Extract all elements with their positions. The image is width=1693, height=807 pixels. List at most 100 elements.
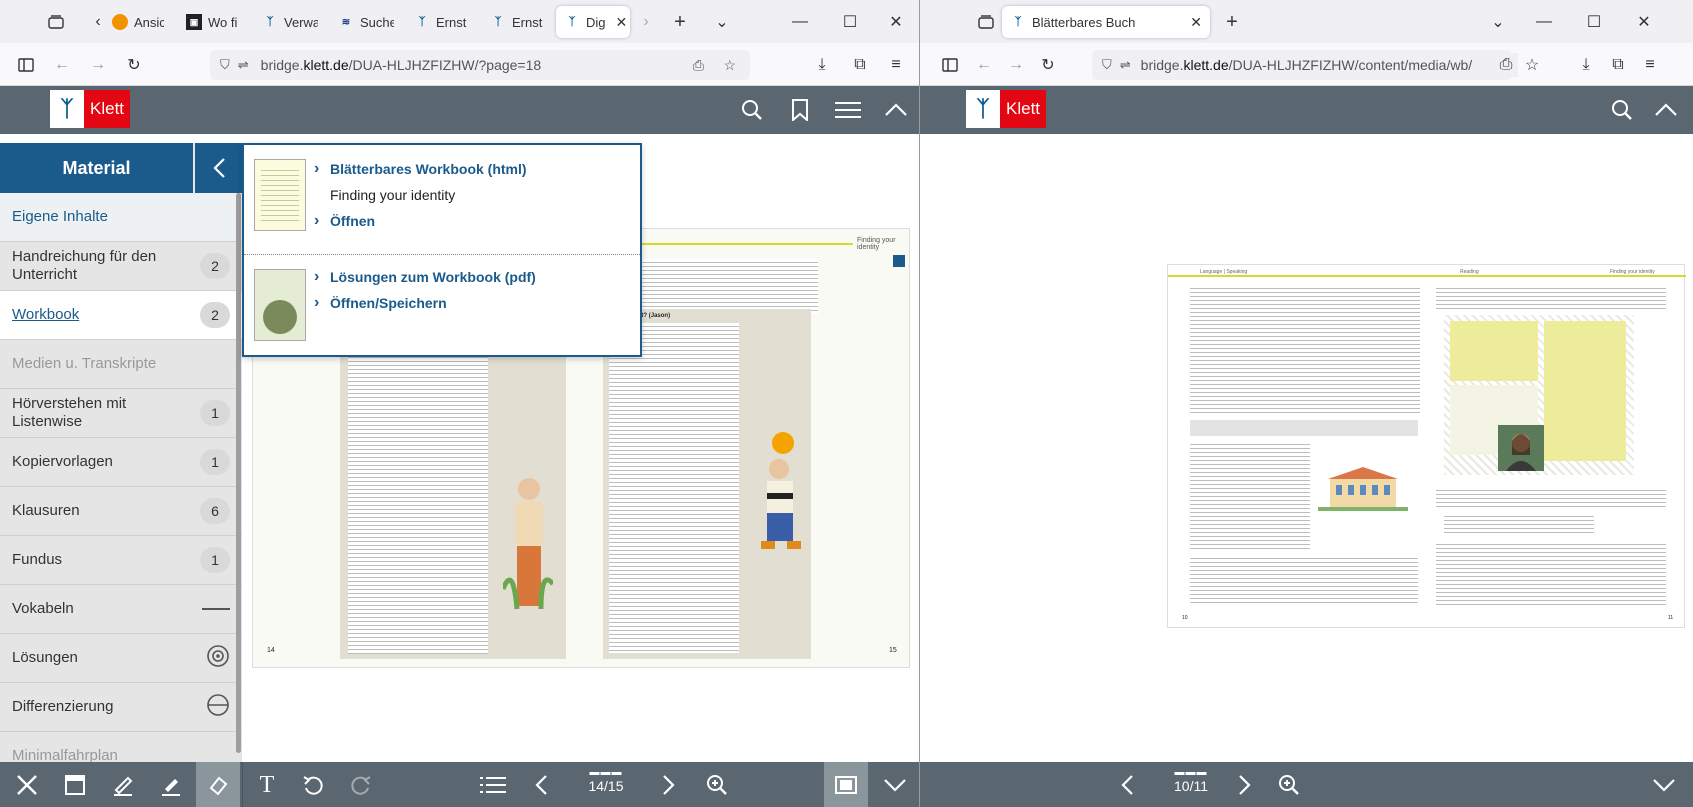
hamburger-menu-icon[interactable] xyxy=(832,94,864,126)
extensions-icon[interactable]: ⧉ xyxy=(848,53,872,77)
close-icon[interactable] xyxy=(10,768,44,802)
tab-2[interactable]: ▣ Wo fir xyxy=(186,6,238,38)
undo-icon[interactable] xyxy=(296,768,330,802)
sidebar-toggle-icon[interactable] xyxy=(938,53,962,77)
open-save-link[interactable]: Öffnen/Speichern xyxy=(314,294,447,312)
text-tool-icon[interactable]: T xyxy=(250,768,284,802)
count-badge: 1 xyxy=(200,449,230,475)
sidebar-item-label: Klausuren xyxy=(12,502,80,519)
sidebar-item-vokabeln[interactable]: Vokabeln xyxy=(0,585,242,634)
bookmark-star-icon[interactable]: ☆ xyxy=(723,57,736,74)
tab-groups-icon[interactable] xyxy=(44,11,68,33)
chevron-down-icon[interactable] xyxy=(1647,768,1681,802)
save-page-icon[interactable]: ⎙ xyxy=(1494,53,1518,77)
downloads-icon[interactable]: ⤓ xyxy=(1574,53,1598,77)
workbook-thumbnail[interactable] xyxy=(254,159,306,231)
pages-grid-icon: ▬▬▬ xyxy=(589,767,623,778)
collapse-up-icon[interactable] xyxy=(880,94,912,126)
extensions-icon[interactable]: ⧉ xyxy=(1606,53,1630,77)
tab-4[interactable]: ≋ Suche xyxy=(338,6,394,38)
page-indicator[interactable]: ▬▬▬ 10/11 xyxy=(1161,768,1221,795)
next-page-icon[interactable] xyxy=(652,768,686,802)
sidebar-item-klausuren[interactable]: Klausuren 6 xyxy=(0,487,242,536)
sidebar-item-hoerverstehen[interactable]: Hörverstehen mit Listenwise 1 xyxy=(0,389,242,438)
sidebar-item-handreichung[interactable]: Handreichung für den Unterricht 2 xyxy=(0,242,242,291)
text-block xyxy=(1190,285,1420,415)
chevron-down-icon[interactable]: ⌄ xyxy=(1486,11,1510,33)
tab-active[interactable]: ᛉ Dig ✕ xyxy=(556,6,630,38)
menu-icon[interactable]: ≡ xyxy=(884,53,908,77)
zoom-in-icon[interactable] xyxy=(700,768,734,802)
tab-3[interactable]: ᛉ Verwa xyxy=(262,6,318,38)
chevron-down-icon[interactable] xyxy=(878,768,912,802)
tab-1[interactable]: Ansich xyxy=(112,6,164,38)
table-of-contents-icon[interactable] xyxy=(476,768,510,802)
close-window-icon[interactable]: ✕ xyxy=(1632,11,1656,33)
page-view-icon[interactable] xyxy=(58,768,92,802)
minimize-icon[interactable]: — xyxy=(1532,11,1556,33)
sidebar-item-workbook[interactable]: Workbook 2 xyxy=(0,291,242,340)
eraser-icon[interactable] xyxy=(196,762,240,807)
collapse-sidebar-button[interactable] xyxy=(195,143,242,193)
sidebar-item-differenzierung[interactable]: Differenzierung xyxy=(0,683,242,732)
bookmark-star-icon[interactable]: ☆ xyxy=(1520,53,1544,77)
solutions-pdf-link[interactable]: Lösungen zum Workbook (pdf) xyxy=(314,268,536,286)
downloads-icon[interactable]: ⤓ xyxy=(810,53,834,77)
sidebar-scrollbar[interactable] xyxy=(236,193,241,753)
sidebar-item-minimalfahrplan[interactable]: Minimalfahrplan xyxy=(0,732,242,762)
tab-5[interactable]: ᛉ Ernst xyxy=(414,6,470,38)
tab-active[interactable]: ᛉ Blätterbares Buch ✕ xyxy=(1002,6,1210,38)
menu-icon[interactable]: ≡ xyxy=(1638,53,1662,77)
url-field[interactable]: ⛉ ⇌ bridge. klett.de/DUA-HLJHZFIZHW/conte… xyxy=(1092,50,1512,80)
tab-groups-icon[interactable] xyxy=(974,11,998,33)
previous-page-icon[interactable] xyxy=(524,768,558,802)
search-icon[interactable] xyxy=(736,94,768,126)
chevron-down-icon[interactable]: ⌄ xyxy=(710,11,734,33)
collapse-up-icon[interactable] xyxy=(1650,94,1682,126)
search-icon[interactable] xyxy=(1606,94,1638,126)
minimize-icon[interactable]: — xyxy=(788,11,812,33)
solutions-thumbnail[interactable] xyxy=(254,269,306,341)
page-icon[interactable] xyxy=(893,255,905,267)
open-link[interactable]: Öffnen xyxy=(314,212,375,230)
tab-6[interactable]: ᛉ Ernst xyxy=(490,6,546,38)
workbook-html-link[interactable]: Blätterbares Workbook (html) xyxy=(314,160,527,178)
klett-logo[interactable]: ᛉ Klett xyxy=(966,90,1047,128)
forward-icon[interactable]: → xyxy=(1004,53,1028,77)
close-window-icon[interactable]: ✕ xyxy=(884,11,908,33)
klett-logo[interactable]: ᛉ Klett xyxy=(50,90,131,128)
close-tab-icon[interactable]: ✕ xyxy=(616,14,628,31)
zoom-in-icon[interactable] xyxy=(1272,768,1306,802)
back-icon[interactable]: ← xyxy=(50,53,74,77)
sidebar-item-fundus[interactable]: Fundus 1 xyxy=(0,536,242,585)
book-viewer[interactable]: Language | Speaking Reading Finding your… xyxy=(920,134,1693,762)
viewer-toolbar: ▬▬▬ 10/11 xyxy=(920,762,1693,807)
maximize-icon[interactable]: ☐ xyxy=(838,11,862,33)
tab-scroll-left-icon[interactable]: ‹ xyxy=(90,11,106,33)
back-icon[interactable]: ← xyxy=(972,53,996,77)
bookmark-icon[interactable] xyxy=(784,94,816,126)
text-block xyxy=(1190,441,1310,551)
sidebar-item-kopiervorlagen[interactable]: Kopiervorlagen 1 xyxy=(0,438,242,487)
sidebar-item-eigene-inhalte[interactable]: Eigene Inhalte xyxy=(0,193,242,242)
url-field[interactable]: ⛉ ⇌ bridge. klett.de/DUA-HLJHZFIZHW/?page… xyxy=(210,50,750,80)
book-spread[interactable]: Language | Speaking Reading Finding your… xyxy=(1167,264,1686,628)
highlighter-icon[interactable] xyxy=(154,768,188,802)
sidebar-toggle-icon[interactable] xyxy=(14,53,38,77)
sidebar-item-loesungen[interactable]: Lösungen xyxy=(0,634,242,683)
single-page-icon[interactable] xyxy=(824,762,868,807)
previous-page-icon[interactable] xyxy=(1110,768,1144,802)
pen-icon[interactable] xyxy=(106,768,140,802)
save-page-icon[interactable]: ⎙ xyxy=(693,57,704,74)
forward-icon[interactable]: → xyxy=(86,53,110,77)
close-tab-icon[interactable]: ✕ xyxy=(1190,14,1202,31)
new-tab-icon[interactable]: + xyxy=(668,11,692,33)
maximize-icon[interactable]: ☐ xyxy=(1582,11,1606,33)
reload-icon[interactable]: ↻ xyxy=(1036,53,1060,77)
reload-icon[interactable]: ↻ xyxy=(122,53,146,77)
tab-scroll-right-icon[interactable]: › xyxy=(638,11,654,33)
redo-icon[interactable] xyxy=(344,768,378,802)
new-tab-icon[interactable]: + xyxy=(1220,11,1244,33)
next-page-icon[interactable] xyxy=(1228,768,1262,802)
page-indicator[interactable]: ▬▬▬ 14/15 xyxy=(576,767,636,795)
